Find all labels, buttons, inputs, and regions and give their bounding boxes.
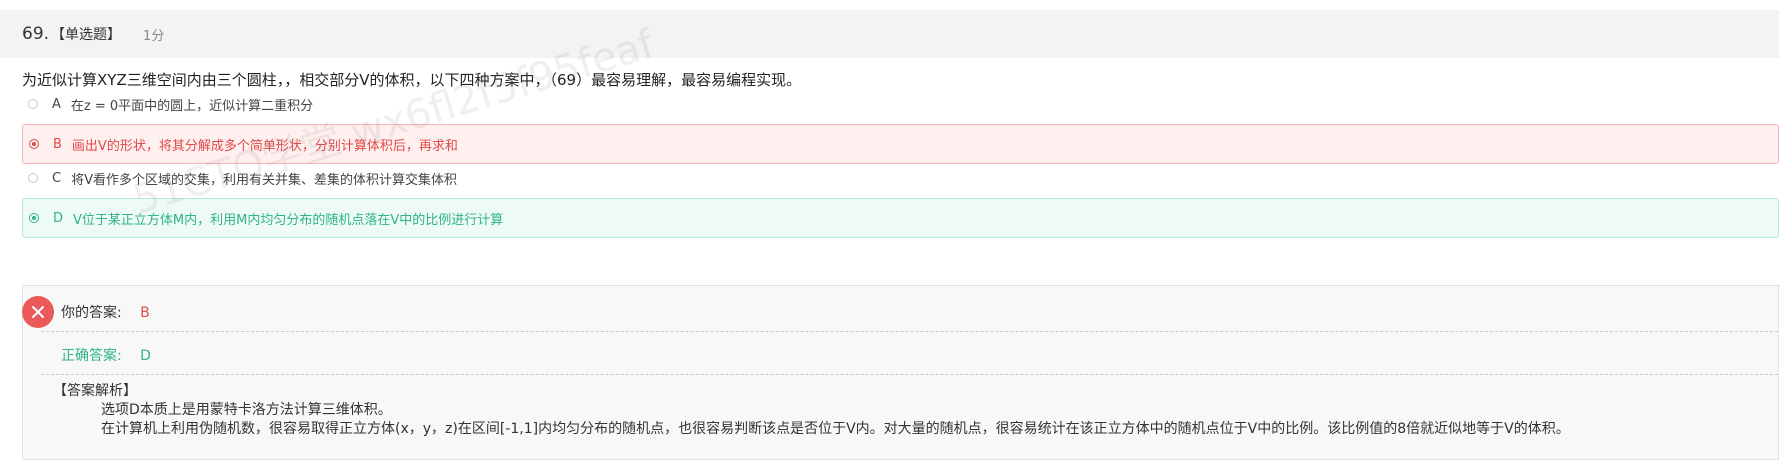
question-type: 【单选题】: [51, 27, 122, 43]
option-letter: D: [53, 210, 64, 226]
option-text: 画出V的形状，将其分解成多个简单形状，分别计算体积后，再求和: [71, 138, 458, 154]
your-answer-label: 你的答案:: [61, 305, 122, 321]
your-answer-row: 你的答案: B: [61, 302, 150, 322]
option-letter: A: [52, 96, 61, 112]
answer-panel: 你的答案: B 正确答案: D 【答案解析】 选项D本质上是用蒙特卡洛方法计算三…: [22, 285, 1779, 460]
option-d[interactable]: D V位于某正立方体M内，利用M内均匀分布的随机点落在V中的比例进行计算: [22, 198, 1779, 238]
option-text: 在z = 0平面中的圆上，近似计算二重积分: [70, 98, 314, 114]
your-answer-value: B: [140, 305, 150, 321]
radio-icon[interactable]: [28, 99, 38, 109]
option-letter: C: [52, 170, 62, 186]
question-number: 69.: [22, 24, 50, 44]
analysis-line: 在计算机上利用伪随机数，很容易取得正立方体(x，y，z)在区间[-1,1]内均匀…: [101, 421, 1570, 437]
option-text: V位于某正立方体M内，利用M内均匀分布的随机点落在V中的比例进行计算: [73, 212, 504, 228]
radio-selected-icon[interactable]: [29, 139, 39, 149]
option-c[interactable]: C 将V看作多个区域的交集，利用有关并集、差集的体积计算交集体积: [22, 158, 1779, 198]
analysis-heading: 【答案解析】: [53, 383, 137, 399]
wrong-answer-icon: [22, 296, 54, 328]
option-text: 将V看作多个区域的交集，利用有关并集、差集的体积计算交集体积: [71, 172, 457, 188]
correct-answer-row: 正确答案: D: [61, 345, 151, 365]
divider: [41, 331, 1778, 332]
radio-icon[interactable]: [28, 173, 38, 183]
analysis-line: 选项D本质上是用蒙特卡洛方法计算三维体积。: [101, 402, 392, 418]
correct-answer-value: D: [140, 348, 151, 364]
divider: [41, 374, 1778, 375]
question-score: 1分: [143, 28, 165, 44]
correct-answer-label: 正确答案:: [61, 348, 122, 364]
question-header: 69. 【单选题】 1分: [0, 10, 1779, 58]
option-letter: B: [53, 136, 62, 152]
option-a[interactable]: A 在z = 0平面中的圆上，近似计算二重积分: [22, 84, 1779, 124]
answer-analysis: 【答案解析】 选项D本质上是用蒙特卡洛方法计算三维体积。 在计算机上利用伪随机数…: [53, 382, 1570, 439]
radio-selected-icon[interactable]: [29, 213, 39, 223]
